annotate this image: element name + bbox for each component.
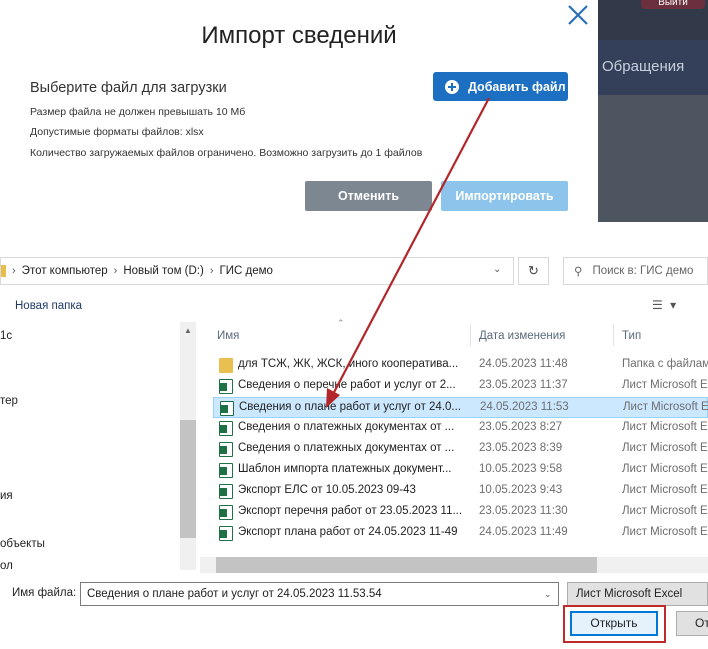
breadcrumb-gis-demo[interactable]: ГИС демо	[220, 265, 273, 277]
exit-button[interactable]: Выйти	[641, 0, 705, 9]
chevron-down-icon[interactable]: ⌄	[544, 589, 552, 600]
file-row-selected[interactable]: Сведения о плане работ и услуг от 24.0..…	[213, 397, 708, 418]
file-row[interactable]: для ТСЖ, ЖК, ЖСК, иного кооператива... 2…	[213, 355, 708, 376]
column-name[interactable]: Имя	[217, 330, 239, 342]
nav-pane-item[interactable]: тер	[0, 395, 18, 407]
file-name: Сведения о платежных документах от ...	[238, 442, 455, 454]
file-type: Лист Microsoft Excel	[622, 421, 708, 433]
filename-label: Имя файла:	[12, 587, 77, 599]
file-date: 24.05.2023 11:48	[479, 358, 568, 370]
file-row[interactable]: Экспорт плана работ от 24.05.2023 11-49 …	[213, 523, 708, 544]
chevron-right-icon: ›	[209, 265, 214, 277]
file-row[interactable]: Экспорт перечня работ от 23.05.2023 11..…	[213, 502, 708, 523]
file-date: 10.05.2023 9:43	[479, 484, 563, 496]
file-type: Лист Microsoft Excel	[622, 463, 708, 475]
nav-pane-item[interactable]: 1с	[0, 330, 12, 342]
file-type: Лист Microsoft Excel	[623, 401, 708, 413]
chevron-right-icon: ›	[113, 265, 118, 277]
add-file-label: Добавить файл	[468, 79, 566, 94]
column-type[interactable]: Тип	[622, 330, 641, 342]
navigation-pane: 1с тер ия объекты ол	[0, 322, 196, 570]
filetype-select[interactable]: Лист Microsoft Excel	[567, 582, 708, 606]
excel-file-icon	[219, 484, 233, 499]
file-date: 10.05.2023 9:58	[479, 463, 563, 475]
cancel-button[interactable]: Отменить	[305, 181, 432, 211]
search-placeholder: Поиск в: ГИС демо	[592, 265, 694, 277]
file-row[interactable]: Сведения о платежных документах от ... 2…	[213, 439, 708, 460]
breadcrumb-this-pc[interactable]: Этот компьютер	[22, 265, 108, 277]
file-date: 24.05.2023 11:53	[480, 401, 569, 413]
file-name: Сведения о перечне работ и услуг от 2...	[238, 379, 456, 391]
nav-pane-item[interactable]: ия	[0, 490, 13, 502]
file-date: 23.05.2023 8:39	[479, 442, 563, 454]
column-divider[interactable]	[470, 324, 471, 346]
file-list-header: Имя Дата изменения Тип	[200, 322, 708, 348]
filename-input[interactable]: Сведения о плане работ и услуг от 24.05.…	[80, 582, 559, 606]
modal-subtitle: Выберите файл для загрузки	[30, 80, 227, 96]
dialog-cancel-button[interactable]: Отмена	[676, 611, 708, 636]
file-date: 24.05.2023 11:49	[479, 526, 568, 538]
new-folder-button[interactable]: Новая папка	[15, 300, 82, 312]
nav-pane-item[interactable]: ол	[0, 560, 13, 570]
scrollbar-thumb[interactable]	[180, 420, 196, 538]
modal-title: Импорт сведений	[201, 22, 397, 49]
file-name: Экспорт плана работ от 24.05.2023 11-49	[238, 526, 458, 538]
file-row[interactable]: Сведения о перечне работ и услуг от 2...…	[213, 376, 708, 397]
plus-circle-icon	[445, 79, 459, 94]
folder-icon	[219, 358, 233, 373]
file-name: для ТСЖ, ЖК, ЖСК, иного кооператива...	[238, 358, 459, 370]
import-modal: Импорт сведений Выберите файл для загруз…	[0, 0, 598, 222]
folder-icon	[1, 265, 6, 277]
count-note: Количество загружаемых файлов ограничено…	[30, 147, 423, 159]
file-name: Экспорт ЕЛС от 10.05.2023 09-43	[238, 484, 416, 496]
size-note: Размер файла не должен превышать 10 Мб	[30, 106, 246, 118]
close-icon[interactable]	[562, 0, 594, 30]
file-type: Лист Microsoft Excel	[622, 505, 708, 517]
excel-file-icon	[220, 401, 234, 416]
file-name: Шаблон импорта платежных документ...	[238, 463, 452, 475]
excel-file-icon	[219, 379, 233, 394]
scrollbar-thumb[interactable]	[216, 557, 597, 573]
chevron-right-icon: ›	[12, 265, 16, 277]
sort-ascending-icon: ⌃	[337, 318, 345, 328]
file-name: Сведения о платежных документах от ...	[238, 421, 455, 433]
breadcrumb-drive-d[interactable]: Новый том (D:)	[123, 265, 204, 277]
file-row[interactable]: Шаблон импорта платежных документ... 10.…	[213, 460, 708, 481]
search-input[interactable]: ⚲ Поиск в: ГИС демо	[563, 257, 708, 285]
excel-file-icon	[219, 505, 233, 520]
file-type: Лист Microsoft Excel	[622, 484, 708, 496]
chevron-down-icon[interactable]: ⌄	[493, 264, 501, 275]
excel-file-icon	[219, 442, 233, 457]
file-name: Экспорт перечня работ от 23.05.2023 11..…	[238, 505, 463, 517]
file-type: Лист Microsoft Excel	[622, 379, 708, 391]
file-type: Папка с файлами	[622, 358, 708, 370]
excel-file-icon	[219, 526, 233, 541]
import-button[interactable]: Импортировать	[441, 181, 568, 211]
format-note: Допустимые форматы файлов: xlsx	[30, 126, 204, 138]
file-row[interactable]: Сведения о платежных документах от ... 2…	[213, 418, 708, 439]
scroll-up-icon[interactable]: ▲	[184, 326, 192, 335]
search-icon: ⚲	[574, 266, 583, 278]
file-row[interactable]: Экспорт ЕЛС от 10.05.2023 09-43 10.05.20…	[213, 481, 708, 502]
view-options-icon[interactable]: ☰ ▾	[652, 298, 678, 312]
file-date: 23.05.2023 11:30	[479, 505, 568, 517]
nav-pane-item[interactable]: объекты	[0, 538, 45, 550]
open-button[interactable]: Открыть	[570, 611, 658, 636]
column-divider[interactable]	[613, 324, 614, 346]
column-date[interactable]: Дата изменения	[479, 330, 565, 342]
file-list-hscrollbar[interactable]	[200, 557, 708, 573]
excel-file-icon	[219, 463, 233, 478]
file-date: 23.05.2023 11:37	[479, 379, 568, 391]
file-type: Лист Microsoft Excel	[622, 526, 708, 538]
file-date: 23.05.2023 8:27	[479, 421, 563, 433]
refresh-icon[interactable]: ↻	[518, 257, 549, 285]
file-type: Лист Microsoft Excel	[622, 442, 708, 454]
excel-file-icon	[219, 421, 233, 436]
nav-scrollbar[interactable]: ▲	[180, 322, 196, 570]
file-name: Сведения о плане работ и услуг от 24.0..…	[239, 401, 461, 413]
add-file-button[interactable]: Добавить файл	[433, 72, 568, 101]
address-bar[interactable]: › Этот компьютер › Новый том (D:) › ГИС …	[0, 257, 514, 285]
nav-item-appeals[interactable]: Обращения	[602, 58, 684, 75]
